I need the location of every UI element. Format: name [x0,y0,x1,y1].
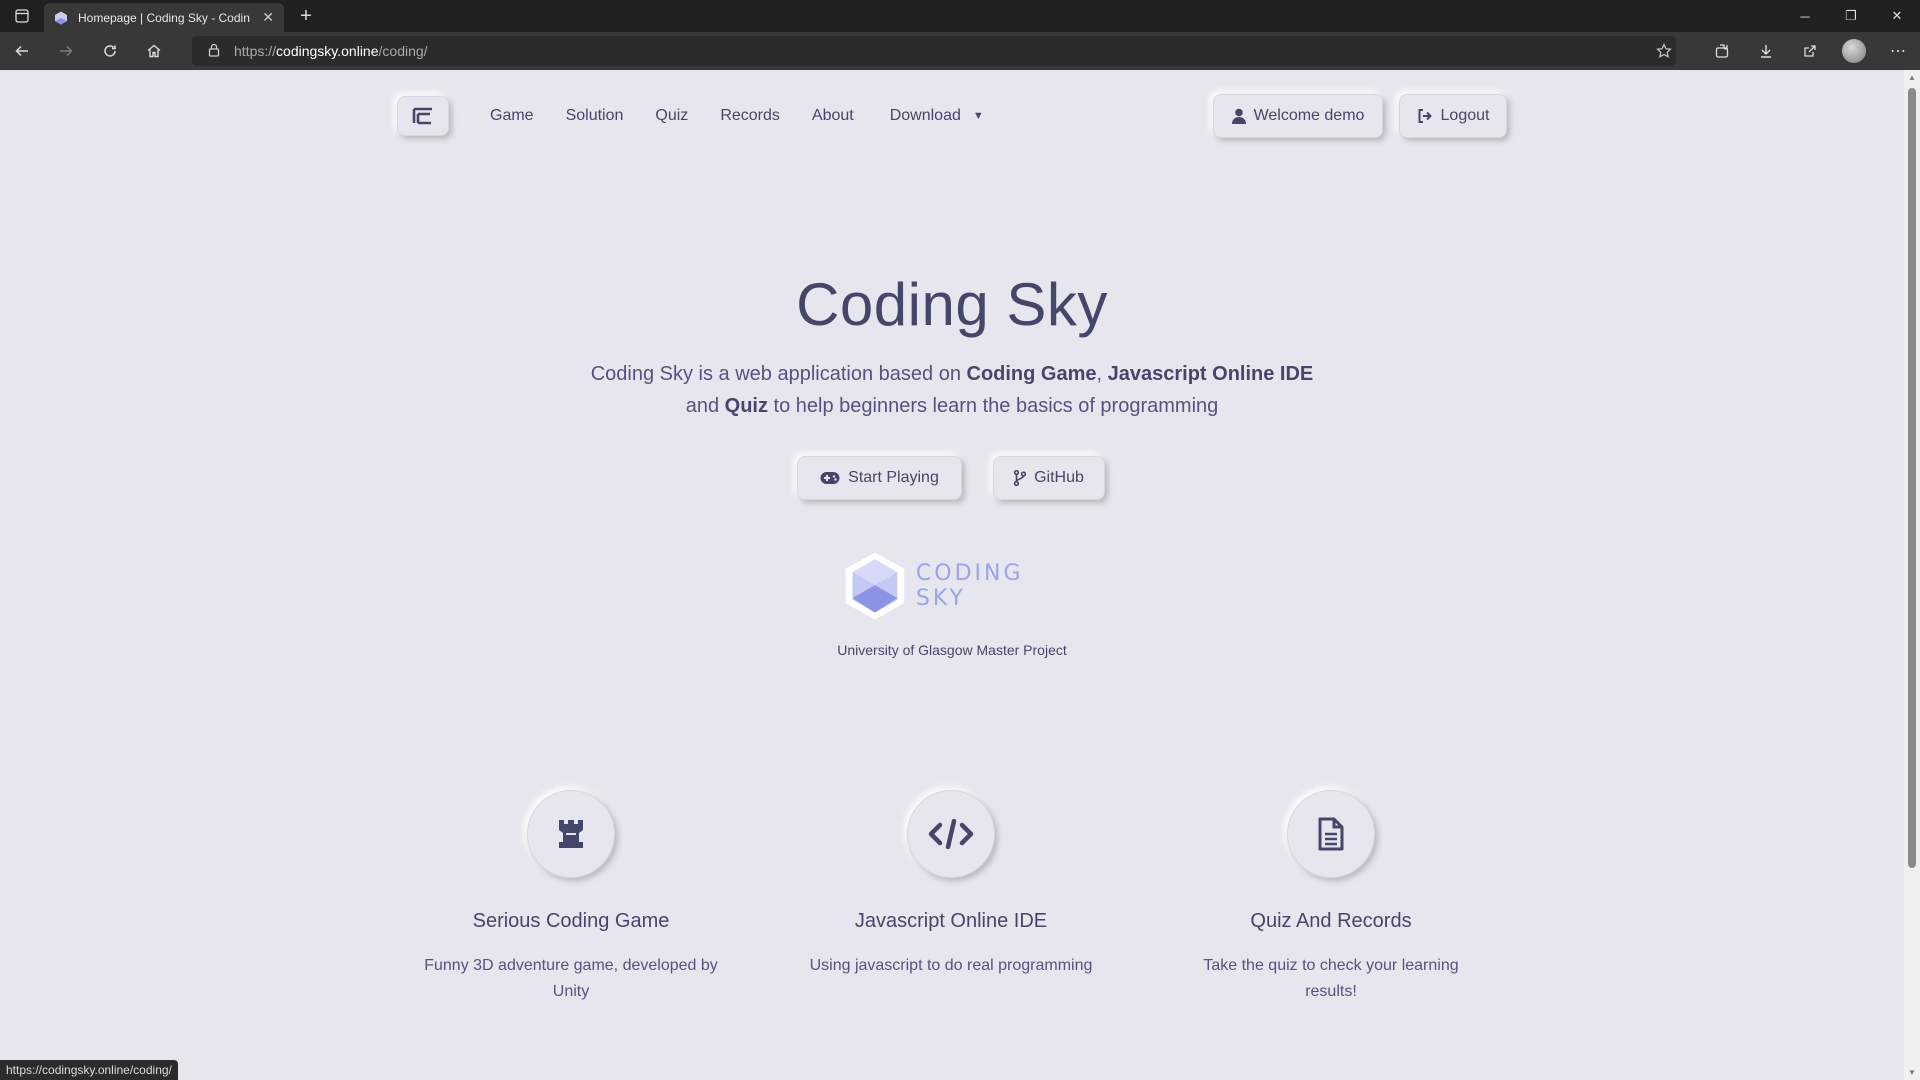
restore-icon[interactable]: ❐ [1828,0,1874,32]
welcome-user-button[interactable]: Welcome demo [1213,94,1383,138]
hero-title: Coding Sky [796,271,1108,338]
forward-icon[interactable] [44,32,88,70]
nav-download-label: Download [889,107,961,125]
desc-text-2: , [1096,363,1108,385]
file-icon [1287,790,1375,878]
home-icon[interactable] [132,32,176,70]
hexagon-logo-icon [845,552,905,620]
scroll-up-icon[interactable]: ▲ [1904,73,1920,82]
gamepad-icon [820,472,840,484]
github-button[interactable]: GitHub [993,456,1105,500]
code-icon [907,790,995,878]
extensions-icon[interactable] [1700,32,1744,70]
desc-text-3: and [685,395,725,417]
logo-wordmark: CODING SKY [915,561,1024,611]
nav-records[interactable]: Records [704,104,796,128]
tab-actions-icon[interactable] [0,0,44,32]
more-menu-icon[interactable]: ⋯ [1876,32,1920,70]
feature-coding-game: Serious Coding Game Funny 3D adventure g… [391,790,751,1005]
chess-rook-icon [527,790,615,878]
desc-bold-ide: Javascript Online IDE [1107,363,1314,385]
feature-title: Javascript Online IDE [854,910,1048,932]
profile-avatar[interactable] [1832,32,1876,70]
feature-text: Take the quiz to check your learning res… [1203,957,1459,1000]
logout-label: Logout [1440,107,1490,124]
browser-toolbar: https://codingsky.online/coding/ ⋯ [0,32,1920,70]
project-caption: University of Glasgow Master Project [837,642,1067,658]
back-icon[interactable] [0,32,44,70]
scroll-down-icon[interactable]: ▼ [1904,1068,1920,1077]
lock-icon [208,43,220,60]
address-bar[interactable]: https://codingsky.online/coding/ [192,36,1676,66]
feature-text: Using javascript to do real programming [809,957,1093,974]
url-path: /coding/ [378,43,428,59]
page-viewport: Game Solution Quiz Records About Downloa… [0,70,1904,1080]
minimize-icon[interactable]: ─ [1782,0,1828,32]
brand-icon [412,107,432,125]
browser-tab[interactable]: Homepage | Coding Sky - Codin ✕ [44,3,284,32]
nav-download[interactable]: Download ▼ [874,104,1000,128]
nav-about[interactable]: About [796,104,870,128]
nav-solution[interactable]: Solution [550,104,640,128]
feature-quiz-records: Quiz And Records Take the quiz to check … [1151,790,1511,1005]
favorites-star-icon[interactable] [1642,32,1686,70]
site-favicon-icon [55,11,67,24]
share-icon[interactable] [1788,32,1832,70]
site-navbar: Game Solution Quiz Records About Downloa… [0,70,1904,160]
status-url: https://codingsky.online/coding/ [0,1060,178,1080]
desc-bold-quiz: Quiz [724,395,768,417]
sign-out-icon [1418,109,1432,123]
desc-text-1: Coding Sky is a web application based on [590,363,967,385]
feature-text: Funny 3D adventure game, developed by Un… [424,957,718,1000]
coding-sky-logo: CODING SKY [844,544,1060,628]
scrollbar-thumb[interactable] [1908,88,1916,868]
code-branch-icon [1014,470,1027,486]
reload-icon[interactable] [88,32,132,70]
start-playing-label: Start Playing [848,469,939,486]
browser-titlebar: Homepage | Coding Sky - Codin ✕ + ─ ❐ ✕ [0,0,1920,32]
desc-text-4: to help beginners learn the basics of pr… [768,395,1219,417]
new-tab-icon[interactable]: + [292,5,320,28]
user-icon [1231,108,1246,124]
hero-description: Coding Sky is a web application based on… [0,358,1904,422]
welcome-label: Welcome demo [1253,107,1365,124]
feature-online-ide: Javascript Online IDE Using javascript t… [771,790,1131,979]
desc-bold-coding-game: Coding Game [966,363,1097,385]
feature-title: Serious Coding Game [472,910,670,932]
page-scrollbar[interactable]: ▲ ▼ [1904,70,1920,1080]
close-window-icon[interactable]: ✕ [1874,0,1920,32]
close-tab-icon[interactable]: ✕ [262,9,274,26]
downloads-icon[interactable] [1744,32,1788,70]
nav-quiz[interactable]: Quiz [639,104,704,128]
tab-title: Homepage | Coding Sky - Codin [78,10,250,25]
github-label: GitHub [1034,469,1084,486]
nav-game[interactable]: Game [474,104,550,128]
brand-logo-button[interactable] [397,96,449,136]
logout-button[interactable]: Logout [1399,94,1507,138]
start-playing-button[interactable]: Start Playing [797,456,962,500]
url-scheme: https:// [234,43,277,59]
chevron-down-icon: ▼ [972,110,984,122]
url-host: codingsky.online [276,43,379,59]
feature-title: Quiz And Records [1250,910,1412,932]
